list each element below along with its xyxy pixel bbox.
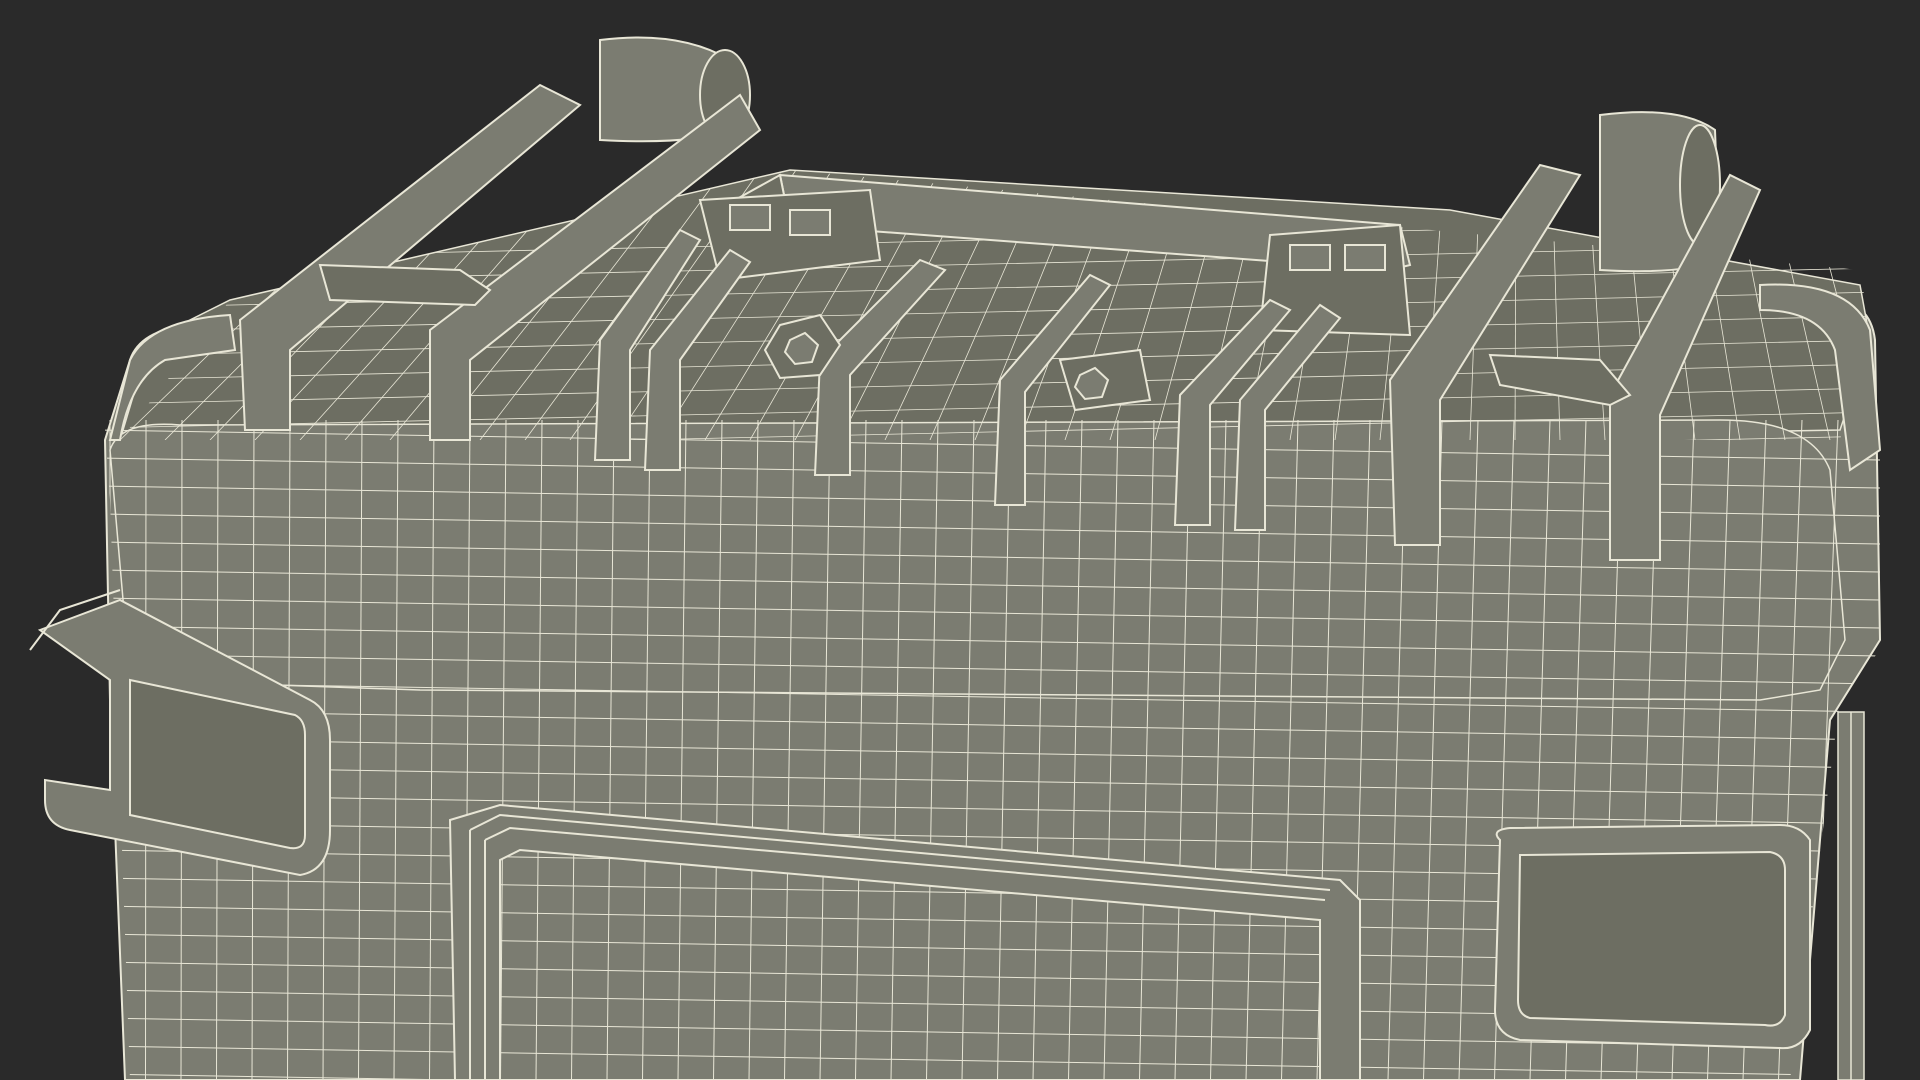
wireframe-model bbox=[0, 0, 1920, 1080]
right-side-handle bbox=[1493, 823, 1811, 1050]
render-viewport bbox=[0, 0, 1920, 1080]
hinge-rod bbox=[1837, 711, 1865, 1080]
